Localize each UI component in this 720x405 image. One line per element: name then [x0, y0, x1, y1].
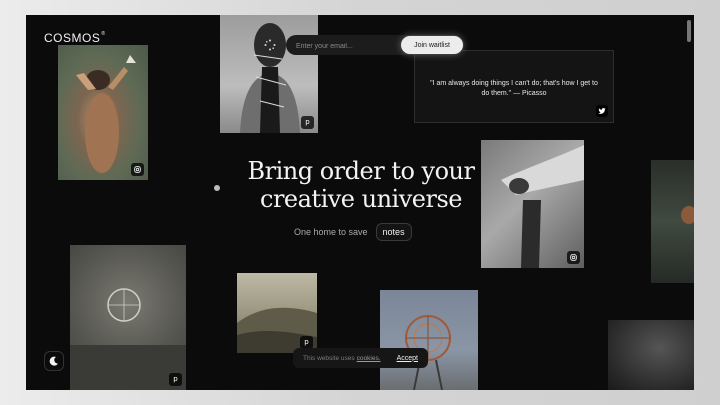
indicator-dot — [214, 185, 220, 191]
join-waitlist-button[interactable]: Join waitlist — [401, 36, 463, 54]
cookie-text: This website uses — [303, 354, 355, 362]
photo-dark-texture[interactable] — [608, 320, 694, 390]
sparkle-icon — [264, 39, 276, 51]
scrollbar-thumb[interactable] — [687, 20, 691, 42]
app-window: COSMOS® p "I am always doing things I ca… — [26, 15, 694, 390]
registered-mark: ® — [101, 31, 106, 37]
photo-woman-back[interactable] — [58, 45, 148, 180]
photo-figure — [70, 288, 186, 390]
logo[interactable]: COSMOS® — [44, 31, 106, 45]
headline-line-1: Bring order to your — [247, 157, 475, 185]
photo-wheel[interactable]: p — [70, 245, 186, 390]
photo-landscape[interactable]: p — [237, 273, 317, 353]
logo-text: COSMOS — [44, 31, 101, 45]
quote-text: "I am always doing things I can't do; th… — [430, 80, 598, 97]
pinterest-icon[interactable]: p — [301, 116, 314, 129]
cookie-banner: This website uses cookies. Accept — [293, 348, 428, 368]
photo-ferris-wheel[interactable] — [380, 290, 478, 390]
accept-cookies-button[interactable]: Accept — [397, 355, 418, 362]
scrollbar[interactable] — [684, 15, 694, 390]
headline-line-2: creative universe — [260, 185, 462, 213]
waitlist-form: Join waitlist — [286, 35, 464, 55]
subtitle-row: One home to save notes — [294, 222, 412, 242]
subtitle-text: One home to save — [294, 227, 368, 237]
quote-card: "I am always doing things I can't do; th… — [414, 50, 614, 123]
page-title: Bring order to your creative universe — [221, 157, 501, 213]
moon-icon — [49, 356, 58, 366]
notes-pill: notes — [375, 223, 412, 241]
twitter-icon[interactable] — [596, 105, 608, 117]
photo-figure — [405, 315, 451, 390]
instagram-icon[interactable] — [567, 251, 580, 264]
photo-figure — [76, 55, 136, 173]
email-input[interactable] — [294, 38, 398, 54]
instagram-icon[interactable] — [131, 163, 144, 176]
pinterest-icon[interactable]: p — [169, 373, 182, 386]
photo-man-pins[interactable]: p — [220, 15, 318, 133]
theme-toggle-button[interactable] — [44, 351, 64, 371]
cookies-link[interactable]: cookies. — [357, 355, 381, 362]
